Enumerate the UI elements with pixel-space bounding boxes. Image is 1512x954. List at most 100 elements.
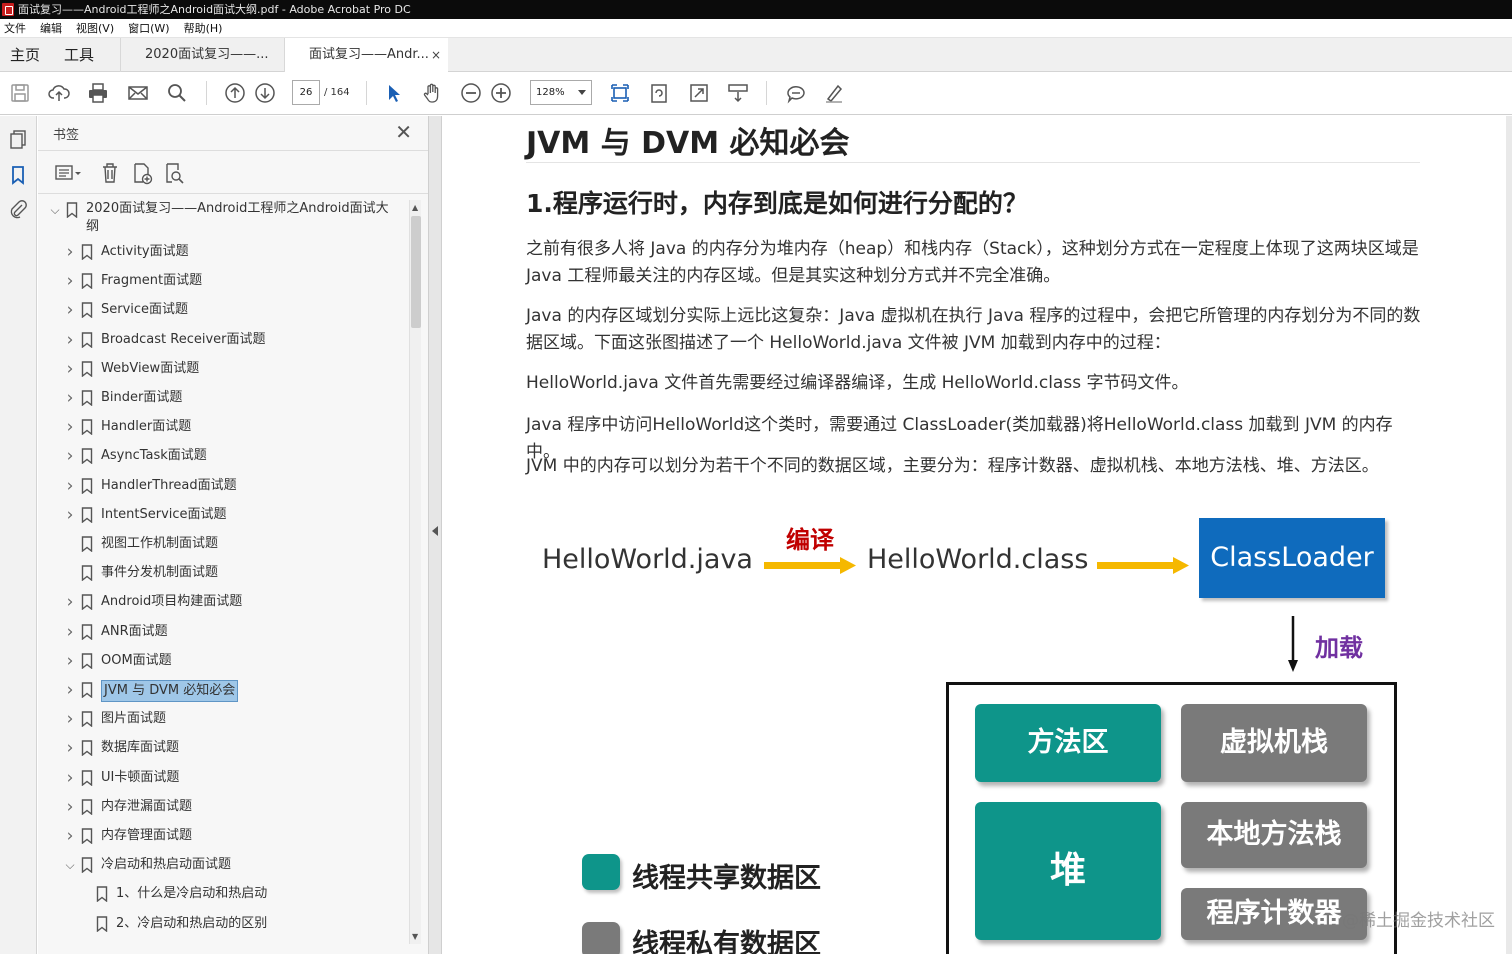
bookmark-item[interactable]: › 内存管理面试题 <box>63 826 192 852</box>
chevron-right-icon[interactable]: › <box>63 709 77 729</box>
new-bookmark-icon[interactable] <box>130 161 154 185</box>
bookmark-item[interactable]: 视图工作机制面试题 <box>63 534 218 560</box>
zoom-out-icon[interactable] <box>459 81 483 105</box>
bookmark-item[interactable]: ⌵ 2020面试复习——Android工程师之Android面试大纲 <box>48 200 396 234</box>
bookmark-item[interactable]: › HandlerThread面试题 <box>63 476 237 502</box>
chevron-right-icon[interactable]: › <box>63 738 77 758</box>
bookmark-item[interactable]: › Binder面试题 <box>63 388 183 414</box>
scroll-mode-icon[interactable] <box>726 81 750 105</box>
panel-splitter[interactable] <box>428 116 442 954</box>
document-tab[interactable]: 2020面试复习——... <box>120 38 284 72</box>
upload-cloud-icon[interactable] <box>47 81 71 105</box>
bookmark-tools <box>38 150 428 194</box>
bookmark-item[interactable]: 1、什么是冷启动和热启动 <box>78 884 267 910</box>
bookmark-item[interactable]: › JVM 与 DVM 必知必会 <box>63 680 239 706</box>
zoom-level-select[interactable]: 128% <box>530 80 592 105</box>
attachment-icon[interactable] <box>7 198 29 220</box>
chevron-right-icon[interactable]: › <box>63 417 77 437</box>
scrollbar-thumb[interactable] <box>411 216 421 328</box>
chevron-right-icon[interactable]: › <box>63 651 77 671</box>
bookmark-label: Activity面试题 <box>101 244 189 259</box>
options-menu-icon[interactable] <box>54 161 84 185</box>
chevron-right-icon[interactable]: › <box>63 476 77 496</box>
search-icon[interactable] <box>165 81 189 105</box>
chevron-right-icon[interactable]: › <box>63 505 77 525</box>
zoom-in-icon[interactable] <box>489 81 513 105</box>
full-screen-icon[interactable] <box>687 81 711 105</box>
close-tab-icon[interactable]: × <box>431 38 441 72</box>
bookmark-item[interactable]: › OOM面试题 <box>63 651 172 677</box>
close-icon[interactable]: ✕ <box>395 122 412 142</box>
bookmark-item[interactable]: › 内存泄漏面试题 <box>63 797 192 823</box>
find-bookmark-icon[interactable] <box>162 161 186 185</box>
bookmark-item[interactable]: › Fragment面试题 <box>63 271 203 297</box>
bookmark-item[interactable]: › AsyncTask面试题 <box>63 446 207 472</box>
tab-tools[interactable]: 工具 <box>64 38 94 72</box>
menu-view[interactable]: 视图(V) <box>70 19 120 37</box>
bookmark-icon[interactable] <box>7 164 29 186</box>
menu-help[interactable]: 帮助(H) <box>178 19 229 37</box>
chevron-right-icon[interactable]: › <box>63 797 77 817</box>
diagram-load-label: 加载 <box>1315 634 1363 662</box>
chevron-right-icon[interactable]: › <box>63 592 77 612</box>
bookmark-item[interactable]: › Android项目构建面试题 <box>63 592 243 618</box>
chevron-right-icon[interactable]: › <box>63 300 77 320</box>
email-icon[interactable] <box>126 81 150 105</box>
scroll-up-icon[interactable]: ▲ <box>412 203 418 212</box>
document-scrollbar[interactable] <box>1506 116 1512 954</box>
bookmark-item[interactable]: › Activity面试题 <box>63 242 189 268</box>
select-cursor-icon[interactable] <box>382 81 406 105</box>
menu-file[interactable]: 文件 <box>0 19 32 37</box>
document-tab-label: 2020面试复习——... <box>145 47 269 62</box>
menu-edit[interactable]: 编辑 <box>34 19 68 37</box>
next-page-icon[interactable] <box>253 81 277 105</box>
previous-page-icon[interactable] <box>223 81 247 105</box>
bookmark-item[interactable]: › 图片面试题 <box>63 709 166 735</box>
bookmark-item[interactable]: › IntentService面试题 <box>63 505 227 531</box>
bookmark-item[interactable]: ⌵ 冷启动和热启动面试题 <box>63 855 231 881</box>
bookmark-item[interactable]: › ANR面试题 <box>63 622 168 648</box>
comment-icon[interactable] <box>784 81 808 105</box>
chevron-down-icon[interactable]: ⌵ <box>48 200 62 220</box>
chevron-down-icon[interactable]: ⌵ <box>63 855 77 875</box>
bookmark-item[interactable]: › 数据库面试题 <box>63 738 179 764</box>
bookmark-item[interactable]: 2、冷启动和热启动的区别 <box>78 914 267 940</box>
native-stack-box: 本地方法栈 <box>1181 802 1367 868</box>
scroll-down-icon[interactable]: ▼ <box>412 932 418 941</box>
bookmark-item[interactable]: › Handler面试题 <box>63 417 192 443</box>
document-tab-active[interactable]: 面试复习——Andr... × <box>284 38 448 73</box>
chevron-right-icon[interactable]: › <box>63 768 77 788</box>
save-icon[interactable] <box>8 81 32 105</box>
chevron-right-icon[interactable]: › <box>63 622 77 642</box>
bookmark-item[interactable]: › Service面试题 <box>63 300 188 326</box>
chevron-right-icon[interactable]: › <box>63 359 77 379</box>
print-icon[interactable] <box>86 81 110 105</box>
bookmark-item[interactable]: › WebView面试题 <box>63 359 200 385</box>
window-title: 面试复习——Android工程师之Android面试大纲.pdf - Adobe… <box>18 3 411 16</box>
fit-page-icon[interactable] <box>608 81 632 105</box>
rotate-view-icon[interactable] <box>647 81 671 105</box>
tab-home[interactable]: 主页 <box>10 38 40 72</box>
page-thumbnails-icon[interactable] <box>7 128 29 150</box>
bookmark-item[interactable]: › Broadcast Receiver面试题 <box>63 330 266 356</box>
bookmark-item[interactable]: › UI卡顿面试题 <box>63 768 180 794</box>
chevron-right-icon[interactable]: › <box>63 826 77 846</box>
chevron-right-icon[interactable]: › <box>63 446 77 466</box>
menu-window[interactable]: 窗口(W) <box>122 19 175 37</box>
chevron-right-icon[interactable]: › <box>63 680 77 700</box>
bookmarks-scrollbar[interactable]: ▲ ▼ <box>409 200 421 944</box>
highlight-pen-icon[interactable] <box>822 81 846 105</box>
collapse-panel-icon[interactable] <box>432 526 438 536</box>
chevron-right-icon[interactable]: › <box>63 271 77 291</box>
delete-icon[interactable] <box>98 161 122 185</box>
chevron-right-icon[interactable]: › <box>63 388 77 408</box>
hand-tool-icon[interactable] <box>420 81 444 105</box>
chevron-right-icon[interactable]: › <box>63 330 77 350</box>
vm-stack-box: 虚拟机栈 <box>1181 704 1367 782</box>
bookmark-item[interactable]: 事件分发机制面试题 <box>63 563 218 589</box>
chevron-right-icon[interactable]: › <box>63 242 77 262</box>
page-number-input[interactable]: 26 <box>292 80 320 105</box>
document-viewport[interactable]: JVM 与 DVM 必知必会 1.程序运行时，内存到底是如何进行分配的？ 之前有… <box>442 116 1506 954</box>
arrow-right-icon <box>764 557 856 574</box>
legend-swatch-shared <box>582 854 620 890</box>
